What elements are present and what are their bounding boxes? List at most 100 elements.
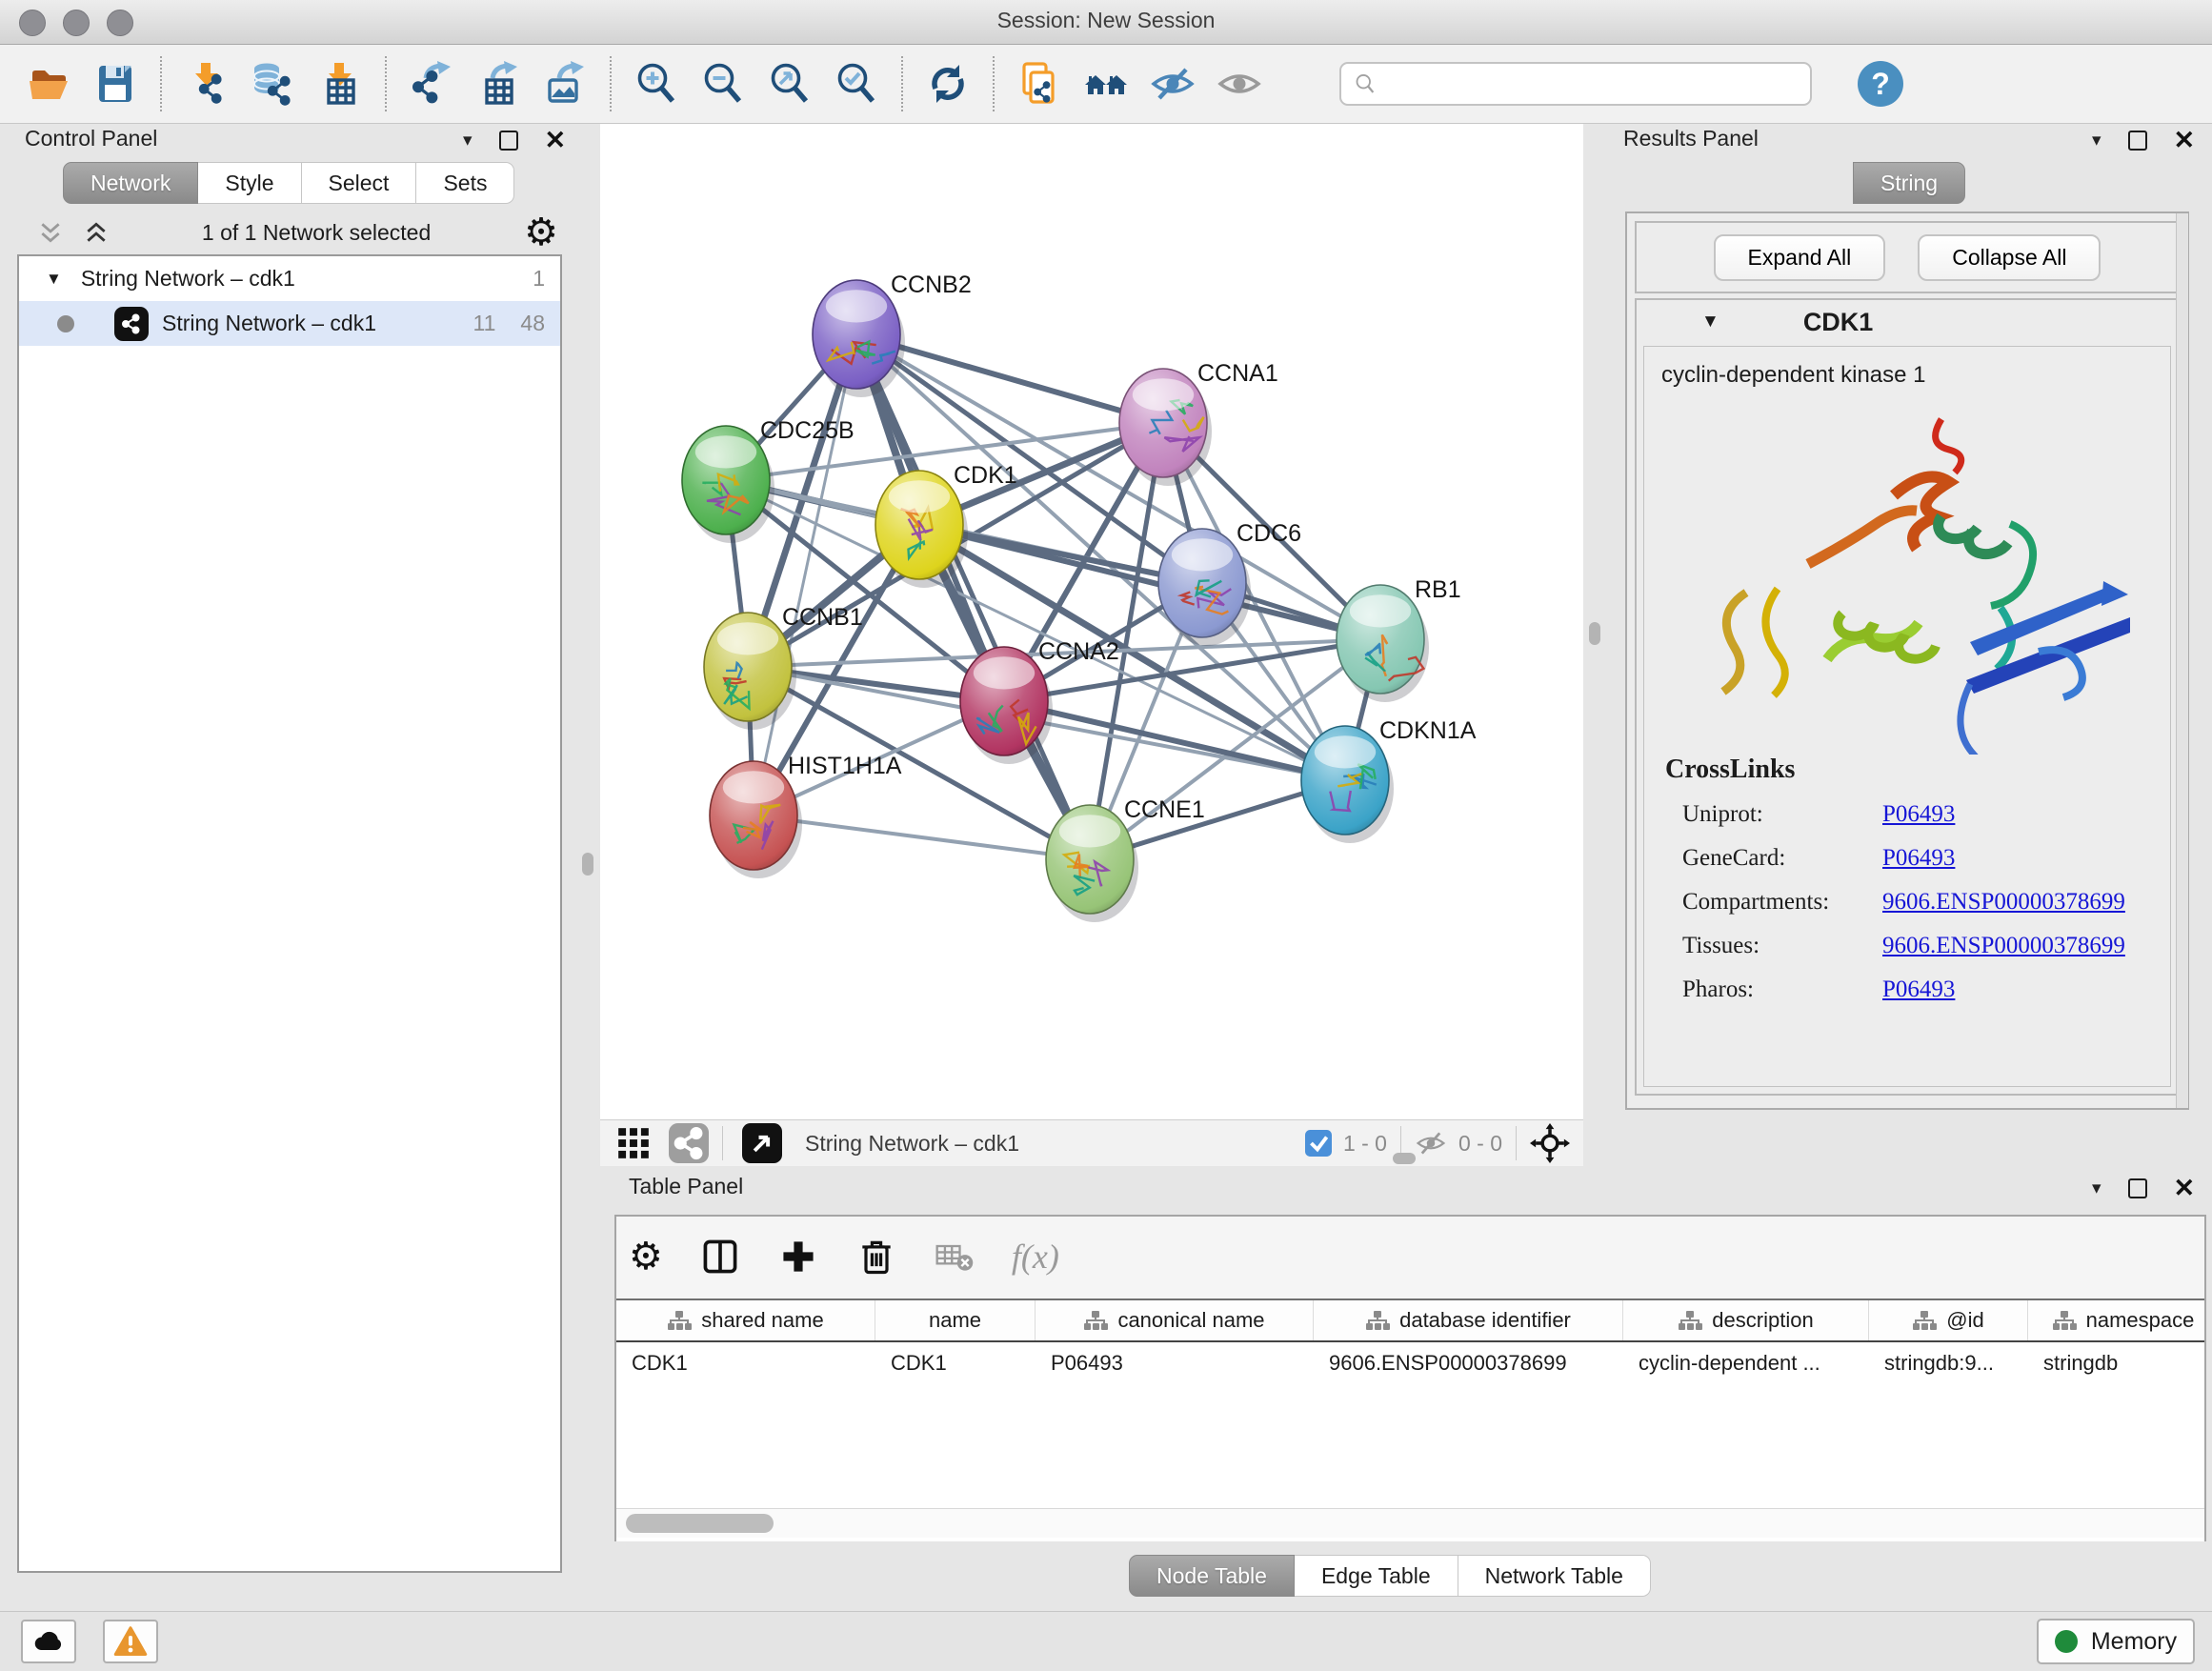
collapse-all-icon[interactable] bbox=[38, 220, 63, 245]
show-columns-icon[interactable] bbox=[699, 1236, 741, 1278]
tab-node-table[interactable]: Node Table bbox=[1129, 1555, 1295, 1597]
float-panel-icon[interactable] bbox=[2128, 1178, 2147, 1198]
table-hscrollbar-thumb[interactable] bbox=[626, 1514, 774, 1533]
fit-content-crosshair-icon[interactable] bbox=[1530, 1123, 1570, 1163]
add-column-icon[interactable] bbox=[777, 1236, 819, 1278]
column-header-canonical-name[interactable]: canonical name bbox=[1036, 1300, 1314, 1340]
hidden-eye-slash-icon[interactable] bbox=[1415, 1127, 1447, 1159]
crosslink-link[interactable]: P06493 bbox=[1882, 976, 1955, 1003]
import-database-button[interactable] bbox=[240, 51, 307, 116]
import-table-button[interactable] bbox=[307, 51, 373, 116]
results-scrollbar[interactable] bbox=[2176, 213, 2188, 1108]
zoom-fit-button[interactable] bbox=[756, 51, 823, 116]
gene-expander-icon[interactable]: ▼ bbox=[1701, 312, 1719, 332]
network-edge[interactable] bbox=[919, 525, 1380, 639]
network-graph[interactable]: CCNB2 CCNA1 CDC25B CDK1 CDC6 RB1 CCNB1 bbox=[600, 124, 1583, 1119]
float-panel-icon[interactable] bbox=[499, 131, 518, 151]
refresh-layout-button[interactable] bbox=[915, 51, 981, 116]
network-edge[interactable] bbox=[1004, 701, 1345, 780]
network-edge[interactable] bbox=[754, 815, 1090, 859]
zoom-selected-button[interactable] bbox=[823, 51, 890, 116]
table-options-gear-icon[interactable]: ⚙ bbox=[629, 1238, 663, 1276]
network-node-CCNA1[interactable]: CCNA1 bbox=[1119, 360, 1278, 486]
collapse-all-button[interactable]: Collapse All bbox=[1918, 234, 2101, 281]
export-network-button[interactable] bbox=[398, 51, 465, 116]
open-in-browser-icon[interactable] bbox=[742, 1123, 782, 1163]
cloud-status-button[interactable] bbox=[21, 1620, 76, 1663]
table-cell[interactable]: 9606.ENSP00000378699 bbox=[1314, 1351, 1623, 1376]
tab-network[interactable]: Network bbox=[63, 162, 198, 204]
search-input[interactable] bbox=[1378, 70, 1799, 97]
table-cell[interactable]: cyclin-dependent ... bbox=[1623, 1351, 1869, 1376]
hide-unselected-button[interactable] bbox=[1139, 51, 1206, 116]
panel-menu-icon[interactable]: ▾ bbox=[2092, 1179, 2101, 1198]
function-builder-icon[interactable]: f(x) bbox=[1012, 1237, 1059, 1277]
column-header-description[interactable]: description bbox=[1623, 1300, 1869, 1340]
network-node-CCNA2[interactable]: CCNA2 bbox=[960, 638, 1119, 764]
network-edge[interactable] bbox=[754, 334, 856, 815]
table-cell[interactable]: stringdb:9... bbox=[1869, 1351, 2028, 1376]
open-session-button[interactable] bbox=[15, 51, 82, 116]
network-list-options-gear-icon[interactable]: ⚙ bbox=[524, 213, 558, 252]
tab-edge-table[interactable]: Edge Table bbox=[1295, 1555, 1458, 1597]
right-splitter-handle[interactable] bbox=[1589, 622, 1600, 645]
tab-select[interactable]: Select bbox=[302, 162, 417, 204]
column-header-namespace[interactable]: namespace bbox=[2028, 1300, 2204, 1340]
table-row[interactable]: CDK1CDK1P064939606.ENSP00000378699cyclin… bbox=[616, 1342, 2204, 1384]
delete-table-icon[interactable] bbox=[934, 1236, 975, 1278]
network-node-CCNE1[interactable]: CCNE1 bbox=[1046, 796, 1205, 922]
network-badge-icon[interactable] bbox=[669, 1123, 709, 1163]
table-cell[interactable]: stringdb bbox=[2028, 1351, 2204, 1376]
tab-style[interactable]: Style bbox=[198, 162, 301, 204]
crosslink-link[interactable]: P06493 bbox=[1882, 801, 1955, 828]
memory-button[interactable]: Memory bbox=[2037, 1619, 2195, 1664]
panel-menu-icon[interactable]: ▾ bbox=[2092, 131, 2101, 150]
crosslink-link[interactable]: 9606.ENSP00000378699 bbox=[1882, 933, 2125, 959]
expand-all-button[interactable]: Expand All bbox=[1714, 234, 1886, 281]
collection-expander-icon[interactable]: ▼ bbox=[46, 270, 62, 289]
network-node-CDC25B[interactable]: CDC25B bbox=[682, 417, 855, 543]
help-button[interactable]: ? bbox=[1858, 61, 1903, 107]
network-canvas[interactable]: CCNB2 CCNA1 CDC25B CDK1 CDC6 RB1 CCNB1 bbox=[600, 124, 1583, 1119]
tab-sets[interactable]: Sets bbox=[416, 162, 514, 204]
tab-string[interactable]: String bbox=[1853, 162, 1965, 204]
export-image-button[interactable] bbox=[532, 51, 598, 116]
column-header--id[interactable]: @id bbox=[1869, 1300, 2028, 1340]
network-node-HIST1H1A[interactable]: HIST1H1A bbox=[710, 753, 902, 878]
column-header-shared-name[interactable]: shared name bbox=[616, 1300, 875, 1340]
column-header-database-identifier[interactable]: database identifier bbox=[1314, 1300, 1623, 1340]
save-session-button[interactable] bbox=[82, 51, 149, 116]
close-panel-icon[interactable]: ✕ bbox=[2174, 128, 2196, 153]
import-network-button[interactable] bbox=[173, 51, 240, 116]
network-node-CDC6[interactable]: CDC6 bbox=[1158, 520, 1301, 646]
search-box[interactable] bbox=[1339, 62, 1812, 106]
selected-checkbox-icon[interactable] bbox=[1305, 1130, 1332, 1157]
column-header-name[interactable]: name bbox=[875, 1300, 1036, 1340]
warning-status-button[interactable] bbox=[103, 1620, 158, 1663]
table-hscrollbar[interactable] bbox=[616, 1508, 2204, 1538]
close-panel-icon[interactable]: ✕ bbox=[545, 128, 567, 153]
tab-network-table[interactable]: Network Table bbox=[1458, 1555, 1651, 1597]
table-cell[interactable]: P06493 bbox=[1036, 1351, 1314, 1376]
birds-eye-view-icon[interactable] bbox=[615, 1125, 652, 1161]
bottom-splitter-handle[interactable] bbox=[1393, 1153, 1416, 1164]
network-node-CCNB2[interactable]: CCNB2 bbox=[813, 272, 972, 397]
left-splitter-handle[interactable] bbox=[582, 853, 593, 876]
clone-network-button[interactable] bbox=[1006, 51, 1073, 116]
zoom-out-button[interactable] bbox=[690, 51, 756, 116]
delete-column-icon[interactable] bbox=[855, 1236, 897, 1278]
crosslink-link[interactable]: 9606.ENSP00000378699 bbox=[1882, 889, 2125, 916]
zoom-in-button[interactable] bbox=[623, 51, 690, 116]
expand-all-icon[interactable] bbox=[84, 220, 109, 245]
table-cell[interactable]: CDK1 bbox=[875, 1351, 1036, 1376]
network-node-RB1[interactable]: RB1 bbox=[1337, 576, 1461, 702]
network-row[interactable]: String Network – cdk1 1148 bbox=[19, 301, 560, 346]
home-view-button[interactable] bbox=[1073, 51, 1139, 116]
close-panel-icon[interactable]: ✕ bbox=[2174, 1176, 2196, 1201]
show-all-button[interactable] bbox=[1206, 51, 1273, 116]
network-edge[interactable] bbox=[856, 334, 1090, 859]
export-table-button[interactable] bbox=[465, 51, 532, 116]
panel-menu-icon[interactable]: ▾ bbox=[463, 131, 473, 150]
network-collection-row[interactable]: ▼ String Network – cdk1 1 bbox=[19, 256, 560, 301]
float-panel-icon[interactable] bbox=[2128, 131, 2147, 151]
